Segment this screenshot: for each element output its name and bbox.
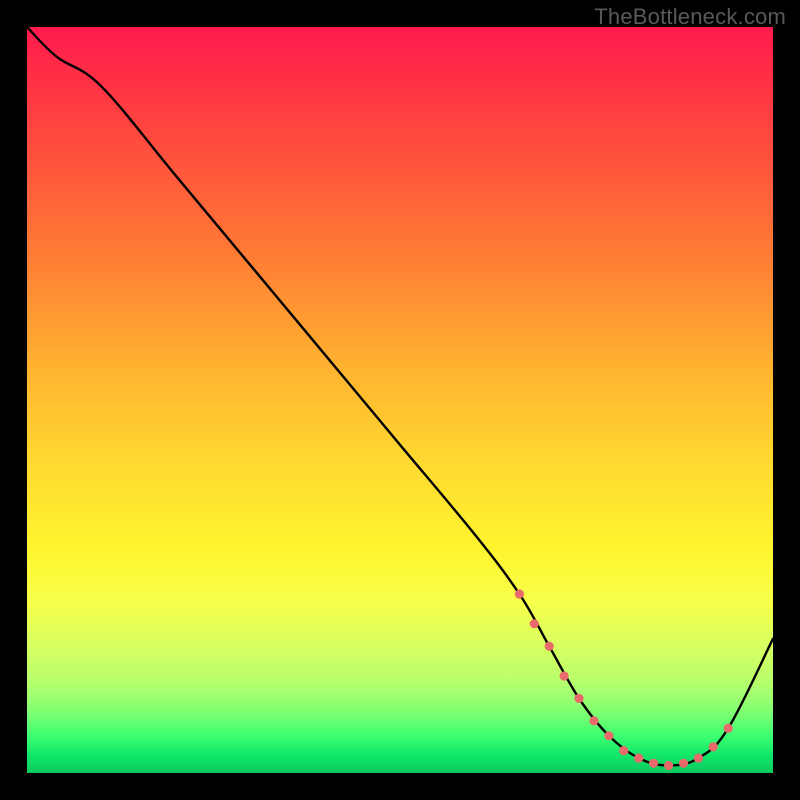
plot-area — [27, 27, 773, 773]
marker-dot — [604, 731, 613, 740]
marker-dot — [619, 746, 628, 755]
marker-dot — [679, 759, 688, 768]
marker-dot — [560, 671, 569, 680]
marker-dot — [664, 761, 673, 770]
marker-dot — [724, 724, 733, 733]
marker-dot — [530, 619, 539, 628]
marker-dot — [574, 694, 583, 703]
marker-dot — [649, 759, 658, 768]
bottleneck-curve — [27, 27, 773, 766]
marker-dot — [709, 742, 718, 751]
marker-dot — [694, 754, 703, 763]
chart-frame: TheBottleneck.com — [0, 0, 800, 800]
marker-dot — [634, 754, 643, 763]
marker-group — [515, 589, 733, 770]
watermark-text: TheBottleneck.com — [594, 4, 786, 30]
marker-dot — [545, 642, 554, 651]
marker-dot — [589, 716, 598, 725]
curve-svg — [27, 27, 773, 773]
marker-dot — [515, 589, 524, 598]
